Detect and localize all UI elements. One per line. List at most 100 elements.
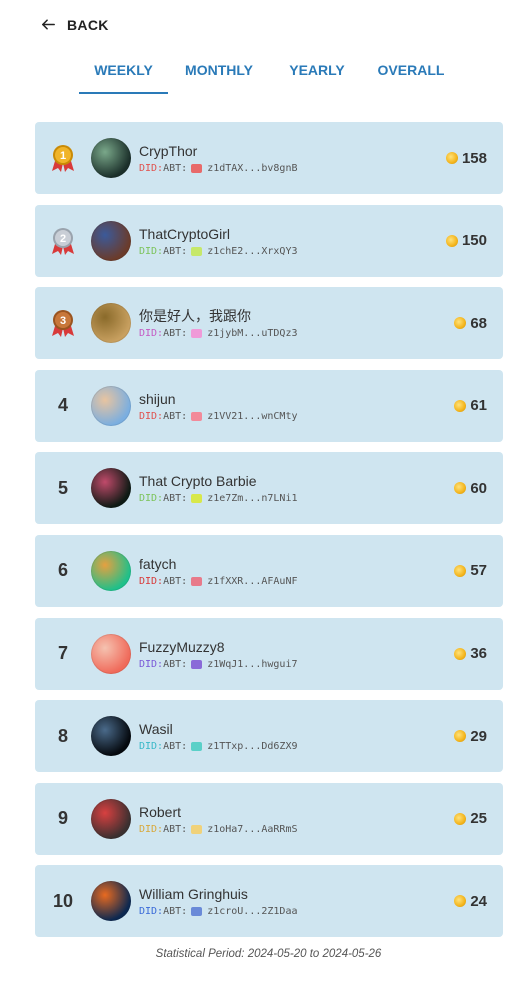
did-prefix: DID:ABT: bbox=[139, 823, 188, 835]
did-address: z1TTxp...Dd6ZX9 bbox=[207, 741, 298, 753]
tab-monthly[interactable]: MONTHLY bbox=[168, 56, 270, 94]
score: 150 bbox=[445, 205, 487, 277]
avatar bbox=[91, 550, 131, 591]
tab-weekly[interactable]: WEEKLY bbox=[79, 56, 168, 94]
leaderboard-row[interactable]: 2 ThatCryptoGirl DID:ABT: z1chE2...XrxQY3 15… bbox=[35, 204, 503, 277]
rank-cell: 4 bbox=[35, 395, 91, 416]
back-button[interactable]: BACK bbox=[40, 16, 109, 33]
did-address: z1VV21...wnCMty bbox=[207, 410, 298, 422]
user-info: ThatCryptoGirl DID:ABT: z1chE2...XrxQY3 bbox=[139, 225, 298, 257]
gold-medal-icon: 1 bbox=[52, 145, 74, 172]
did-address: z1e7Zm...n7LNi1 bbox=[207, 493, 298, 505]
score-value: 60 bbox=[470, 479, 487, 497]
did-avatar-icon bbox=[191, 329, 203, 339]
user-did: DID:ABT: z1chE2...XrxQY3 bbox=[139, 246, 298, 257]
user-did: DID:ABT: z1dTAX...bv8gnB bbox=[139, 163, 298, 174]
score: 24 bbox=[454, 865, 487, 937]
rank-number: 3 bbox=[60, 315, 66, 327]
user-name: Robert bbox=[139, 803, 182, 820]
leaderboard-list: 1 CrypThor DID:ABT: z1dTAX...bv8gnB 158 2 That… bbox=[35, 122, 503, 948]
back-label: BACK bbox=[67, 16, 109, 33]
coin-icon bbox=[445, 152, 458, 164]
user-info: shijun DID:ABT: z1VV21...wnCMty bbox=[139, 390, 298, 422]
leaderboard-row[interactable]: 4 shijun DID:ABT: z1VV21...wnCMty 61 bbox=[35, 369, 503, 442]
avatar bbox=[91, 716, 131, 757]
did-avatar-icon bbox=[191, 907, 203, 917]
leaderboard-row[interactable]: 1 CrypThor DID:ABT: z1dTAX...bv8gnB 158 bbox=[35, 122, 503, 194]
user-info: Robert DID:ABT: z1oHa7...AaRRmS bbox=[139, 803, 298, 835]
user-info: FuzzyMuzzy8 DID:ABT: z1WqJ1...hwgui7 bbox=[139, 638, 298, 670]
rank-number: 4 bbox=[57, 395, 68, 416]
rank-cell: 2 bbox=[35, 226, 91, 256]
did-address: z1dTAX...bv8gnB bbox=[207, 163, 298, 174]
did-prefix: DID:ABT: bbox=[139, 245, 188, 257]
score-value: 68 bbox=[470, 314, 487, 332]
rank-cell: 10 bbox=[35, 891, 91, 912]
rank-cell: 6 bbox=[35, 560, 91, 581]
rank-number: 1 bbox=[60, 150, 66, 162]
did-address: z1fXXR...AFAuNF bbox=[207, 575, 298, 587]
did-prefix: DID:ABT: bbox=[139, 658, 188, 670]
avatar bbox=[91, 881, 131, 922]
statistical-period: Statistical Period: 2024-05-20 to 2024-0… bbox=[155, 948, 382, 960]
did-address: z1jybM...uTDQz3 bbox=[207, 328, 298, 340]
score: 36 bbox=[454, 618, 487, 690]
user-did: DID:ABT: z1jybM...uTDQz3 bbox=[139, 328, 298, 339]
did-avatar-icon bbox=[191, 824, 203, 834]
coin-icon bbox=[454, 730, 467, 743]
score: 68 bbox=[454, 287, 487, 359]
rank-number: 5 bbox=[57, 477, 68, 498]
tab-overall[interactable]: OVERALL bbox=[364, 56, 458, 94]
user-info: 你是好人，我跟你 DID:ABT: z1jybM...uTDQz3 bbox=[139, 307, 298, 339]
did-address: z1WqJ1...hwgui7 bbox=[207, 658, 298, 670]
did-avatar-icon bbox=[191, 411, 203, 421]
did-prefix: DID:ABT: bbox=[139, 410, 188, 422]
leaderboard-row[interactable]: 7 FuzzyMuzzy8 DID:ABT: z1WqJ1...hwgui7 36 bbox=[35, 617, 503, 690]
tab-yearly[interactable]: YEARLY bbox=[270, 56, 364, 94]
did-address: z1chE2...XrxQY3 bbox=[207, 245, 298, 257]
coin-icon bbox=[454, 399, 467, 412]
avatar bbox=[91, 633, 131, 674]
leaderboard-row[interactable]: 5 That Crypto Barbie DID:ABT: z1e7Zm...n7LN… bbox=[35, 452, 503, 525]
rank-number: 9 bbox=[57, 808, 68, 829]
leaderboard-row[interactable]: 6 fatych DID:ABT: z1fXXR...AFAuNF 57 bbox=[35, 534, 503, 607]
bronze-medal-icon: 3 bbox=[52, 310, 74, 338]
avatar bbox=[91, 468, 131, 509]
user-name: That Crypto Barbie bbox=[139, 473, 257, 490]
did-address: z1croU...2Z1Daa bbox=[207, 906, 298, 918]
did-prefix: DID:ABT: bbox=[139, 493, 188, 505]
user-name: ThatCryptoGirl bbox=[139, 225, 231, 242]
user-info: fatych DID:ABT: z1fXXR...AFAuNF bbox=[139, 555, 298, 587]
arrow-left-icon bbox=[42, 19, 55, 30]
score-value: 24 bbox=[470, 892, 487, 910]
rank-cell: 1 bbox=[35, 143, 91, 173]
leaderboard-row[interactable]: 3 你是好人，我跟你 DID:ABT: z1jybM...uTDQz3 68 bbox=[35, 287, 503, 360]
score-value: 150 bbox=[461, 232, 487, 250]
did-prefix: DID:ABT: bbox=[139, 741, 188, 753]
user-name: CrypThor bbox=[139, 143, 198, 159]
score: 57 bbox=[454, 535, 487, 607]
user-name: fatych bbox=[139, 555, 177, 572]
coin-icon bbox=[445, 234, 458, 247]
rank-number: 6 bbox=[57, 560, 68, 581]
user-did: DID:ABT: z1TTxp...Dd6ZX9 bbox=[139, 741, 298, 752]
leaderboard-row[interactable]: 8 Wasil DID:ABT: z1TTxp...Dd6ZX9 29 bbox=[35, 700, 503, 773]
score: 60 bbox=[454, 452, 487, 524]
period-tabs: WEEKLY MONTHLY YEARLY OVERALL bbox=[79, 56, 458, 94]
rank-cell: 5 bbox=[35, 478, 91, 499]
did-prefix: DID:ABT: bbox=[139, 328, 188, 340]
rank-cell: 9 bbox=[35, 808, 91, 829]
coin-icon bbox=[454, 812, 467, 825]
avatar bbox=[91, 220, 131, 261]
score: 29 bbox=[454, 700, 487, 772]
leaderboard-row[interactable]: 10 William Gringhuis DID:ABT: z1croU...2Z1D… bbox=[35, 865, 503, 938]
user-name: Wasil bbox=[139, 721, 173, 738]
did-avatar-icon bbox=[191, 246, 203, 256]
leaderboard-row[interactable]: 9 Robert DID:ABT: z1oHa7...AaRRmS 25 bbox=[35, 782, 503, 855]
coin-icon bbox=[454, 317, 467, 330]
user-name: shijun bbox=[139, 390, 176, 407]
did-prefix: DID:ABT: bbox=[139, 575, 188, 587]
did-prefix: DID:ABT: bbox=[139, 906, 188, 918]
user-name: William Gringhuis bbox=[139, 886, 248, 903]
did-prefix: DID:ABT: bbox=[139, 163, 188, 174]
